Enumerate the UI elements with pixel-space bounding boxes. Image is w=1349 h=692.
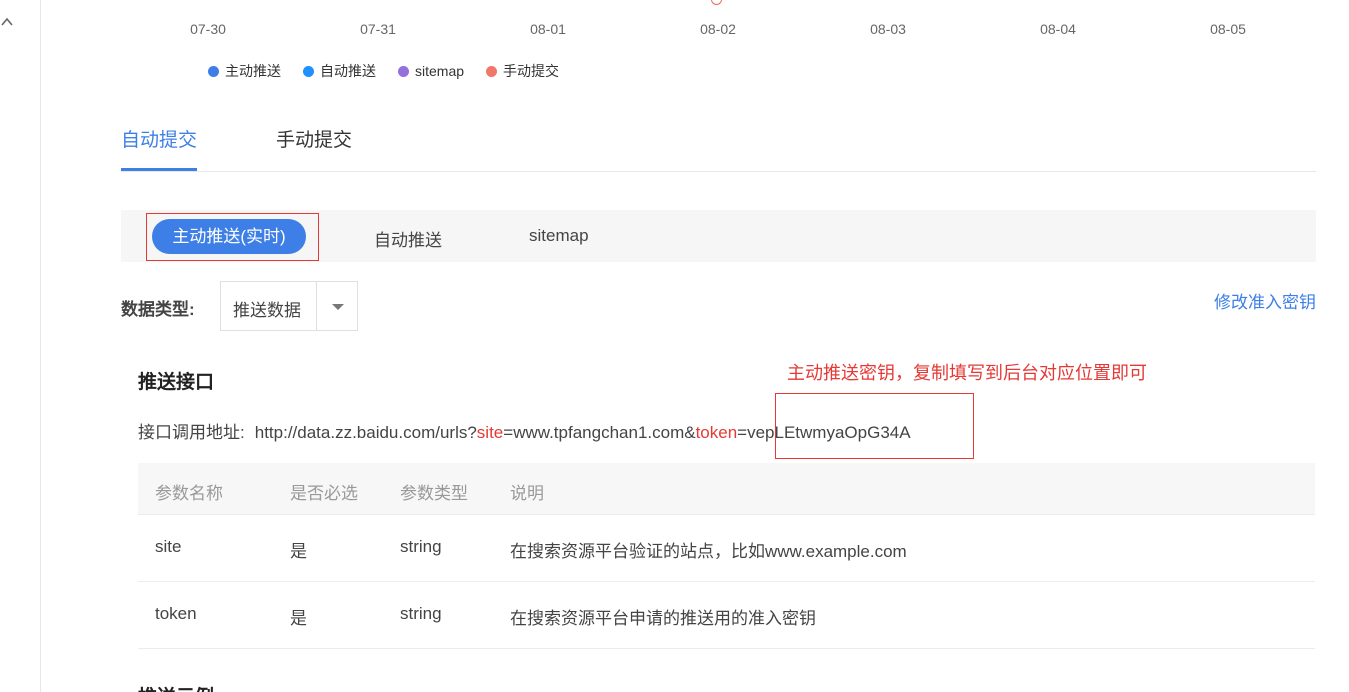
api-url-prefix: http://data.zz.baidu.com/urls?: [254, 423, 477, 442]
page: 07-30 07-31 08-01 08-02 08-03 08-04 08-0…: [0, 0, 1349, 692]
tab-auto-submit[interactable]: 自动提交: [121, 128, 198, 171]
table-cell: 在搜索资源平台验证的站点，比如www.example.com: [510, 542, 907, 561]
tab-manual-submit[interactable]: 手动提交: [276, 128, 352, 171]
header-cell: 说明: [510, 484, 544, 503]
legend-dot-icon: [486, 65, 498, 77]
x-tick: 08-05: [1210, 21, 1246, 37]
header-cell: 参数类型: [400, 484, 468, 503]
main-tabs: 自动提交 手动提交: [121, 120, 1316, 172]
legend-label: sitemap: [415, 63, 465, 79]
legend-dot-icon: [208, 65, 219, 77]
chart-legend: 主动推送 自动推送 sitemap 手动提交: [208, 61, 581, 81]
legend-item-sitemap[interactable]: sitemap: [398, 61, 464, 81]
api-site-value: =www.tpfangchan1.com&: [503, 423, 696, 442]
x-tick: 07-31: [360, 21, 396, 37]
table-cell: 是: [290, 609, 307, 628]
token-highlight-box: [775, 393, 974, 459]
table-row: site 是 string 在搜索资源平台验证的站点，比如www.example…: [138, 515, 1315, 582]
sub-tab-auto-push[interactable]: 自动推送: [374, 226, 442, 251]
next-section-title: 推送示例: [138, 682, 214, 692]
table-cell: token: [155, 604, 197, 623]
table-cell: string: [400, 604, 442, 623]
table-cell: 是: [290, 542, 307, 561]
param-table: 参数名称 是否必选 参数类型 说明 site 是 string 在搜索资源平台验…: [138, 463, 1315, 649]
sub-tab-active-push[interactable]: 主动推送(实时): [152, 219, 306, 254]
annotation-text: 主动推送密钥，复制填写到后台对应位置即可: [787, 363, 1147, 383]
legend-label: 自动推送: [320, 63, 376, 79]
table-cell: site: [155, 537, 182, 556]
data-type-value: 推送数据: [233, 301, 301, 320]
header-cell: 参数名称: [155, 484, 223, 503]
legend-item-auto-push[interactable]: 自动推送: [303, 61, 376, 81]
legend-label: 手动提交: [503, 63, 560, 79]
legend-dot-icon: [303, 65, 314, 77]
data-type-select[interactable]: 推送数据: [220, 281, 358, 331]
sub-tab-sitemap[interactable]: sitemap: [529, 226, 589, 246]
legend-item-manual-submit[interactable]: 手动提交: [486, 61, 559, 81]
data-type-label: 数据类型:: [121, 300, 195, 319]
table-cell: 在搜索资源平台申请的推送用的准入密钥: [510, 609, 816, 628]
legend-item-active-push[interactable]: 主动推送: [208, 61, 281, 81]
legend-label: 主动推送: [225, 63, 281, 79]
left-rail: [0, 0, 41, 692]
header-cell: 是否必选: [290, 484, 358, 503]
table-row: token 是 string 在搜索资源平台申请的推送用的准入密钥: [138, 582, 1315, 649]
sub-tabs: 主动推送(实时) 自动推送 sitemap: [121, 210, 1316, 262]
chart-data-point: [711, 0, 722, 5]
section-title: 推送接口: [138, 372, 215, 393]
x-tick: 08-03: [870, 21, 906, 37]
x-tick: 07-30: [190, 21, 226, 37]
modify-key-link[interactable]: 修改准入密钥: [1214, 288, 1316, 313]
select-divider: [316, 282, 317, 330]
table-header: 参数名称 是否必选 参数类型 说明: [138, 463, 1315, 515]
x-tick: 08-02: [700, 21, 736, 37]
x-tick: 08-01: [530, 21, 566, 37]
legend-dot-icon: [398, 65, 409, 77]
x-tick: 08-04: [1040, 21, 1076, 37]
api-site-key: site: [476, 423, 504, 442]
chart-x-axis: 07-30 07-31 08-01 08-02 08-03 08-04 08-0…: [0, 0, 1349, 50]
table-cell: string: [400, 537, 442, 556]
caret-down-icon[interactable]: [332, 304, 344, 310]
api-url-label: 接口调用地址:: [138, 423, 245, 442]
api-token-key: token: [695, 423, 738, 442]
